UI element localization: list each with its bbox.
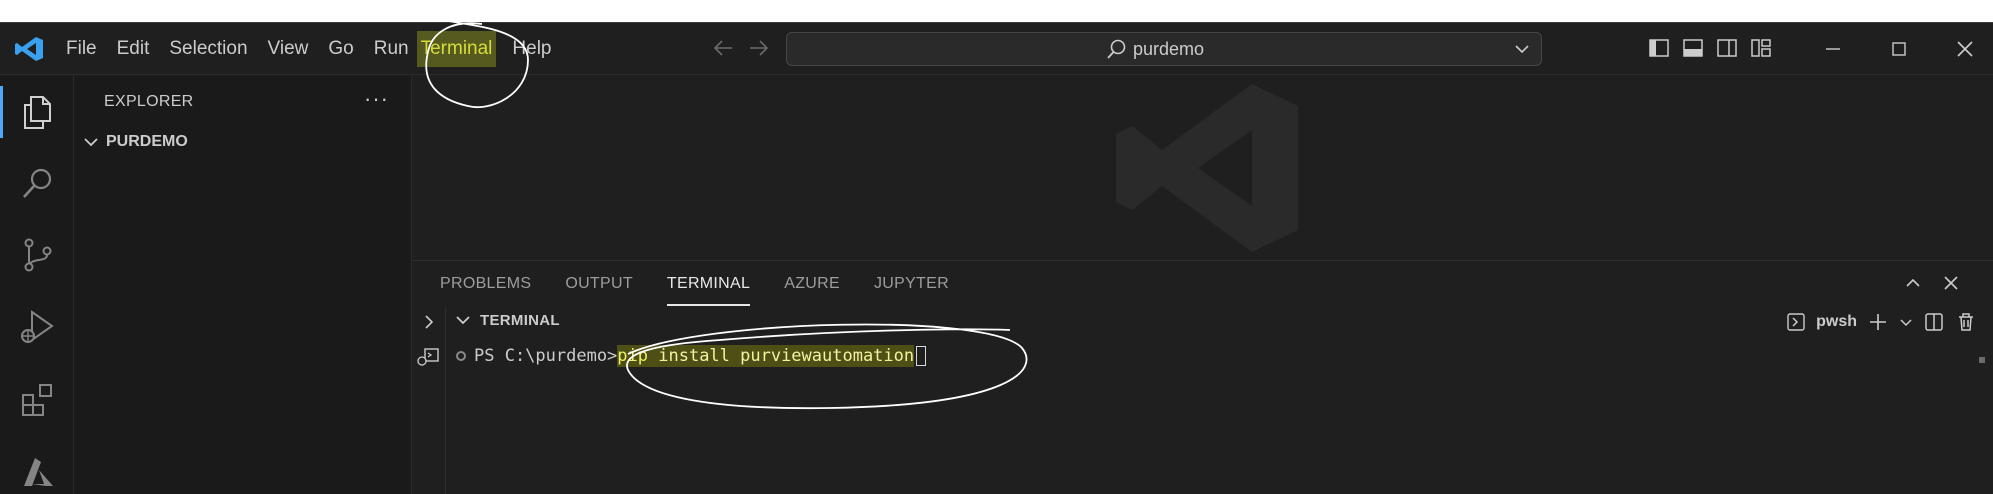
- tab-output[interactable]: OUTPUT: [565, 261, 633, 307]
- command-args: install purviewautomation: [648, 346, 915, 366]
- menu-selection[interactable]: Selection: [159, 23, 257, 75]
- chevron-down-icon: [84, 138, 98, 147]
- panel-tabs: PROBLEMS OUTPUT TERMINAL AZURE JUPYTER: [440, 261, 949, 307]
- terminal-prompt: PS C:\purdemo>: [474, 346, 618, 366]
- terminal-toolbar: pwsh: [1786, 311, 1977, 333]
- close-icon: [1957, 41, 1973, 57]
- vscode-logo-icon: [15, 37, 43, 61]
- tab-azure[interactable]: AZURE: [784, 261, 840, 307]
- menu-edit[interactable]: Edit: [107, 23, 160, 75]
- split-terminal-icon[interactable]: [1923, 311, 1945, 333]
- chevron-down-icon[interactable]: [1899, 315, 1913, 329]
- terminal-command: pip install purviewautomation: [617, 345, 915, 367]
- panel-actions: [1903, 273, 1961, 293]
- vscode-window: File Edit Selection View Go Run Terminal…: [0, 22, 1993, 494]
- search-text: purdemo: [1133, 38, 1205, 59]
- more-actions-button[interactable]: ···: [364, 86, 389, 112]
- terminal-cursor: [916, 346, 927, 366]
- toggle-panel-icon[interactable]: [1682, 37, 1704, 59]
- customize-layout-icon[interactable]: [1750, 37, 1772, 59]
- bottom-panel: PROBLEMS OUTPUT TERMINAL AZURE JUPYTER T…: [412, 260, 1993, 494]
- chevron-down-icon: [456, 316, 470, 325]
- vscode-watermark-icon: [1116, 84, 1298, 252]
- explorer-files-icon[interactable]: [19, 93, 57, 131]
- back-arrow-icon[interactable]: [712, 35, 734, 61]
- command-pip: pip: [617, 346, 649, 366]
- navigation-arrows: [712, 35, 770, 61]
- tab-terminal[interactable]: TERMINAL: [666, 262, 751, 306]
- new-terminal-icon[interactable]: [1867, 311, 1889, 333]
- menu-help[interactable]: Help: [502, 23, 561, 75]
- source-control-icon[interactable]: [19, 236, 57, 274]
- tab-problems[interactable]: PROBLEMS: [440, 261, 531, 307]
- menu-file[interactable]: File: [56, 23, 107, 75]
- editor-area: [412, 76, 1993, 260]
- explorer-sidebar: EXPLORER ··· PURDEMO: [74, 76, 412, 494]
- close-panel-icon[interactable]: [1941, 273, 1961, 293]
- extensions-icon[interactable]: [19, 381, 57, 419]
- chevron-down-icon[interactable]: [1513, 39, 1531, 59]
- explorer-title: EXPLORER: [104, 93, 194, 110]
- forward-arrow-icon[interactable]: [748, 35, 770, 61]
- terminal-gutter: [412, 307, 446, 494]
- layout-controls: [1648, 37, 1772, 59]
- terminal-section-header[interactable]: TERMINAL: [454, 311, 560, 329]
- chevron-right-icon[interactable]: [420, 313, 438, 331]
- scrollbar-marker: [1979, 357, 1985, 363]
- tab-jupyter[interactable]: JUPYTER: [874, 261, 949, 307]
- close-button[interactable]: [1932, 23, 1993, 75]
- run-and-debug-icon[interactable]: [19, 308, 57, 346]
- menu-go[interactable]: Go: [318, 23, 363, 75]
- search-icon: [1107, 39, 1126, 59]
- menu-terminal[interactable]: Terminal: [416, 31, 497, 67]
- toggle-secondary-sidebar-icon[interactable]: [1716, 37, 1738, 59]
- activity-bar: [0, 76, 74, 494]
- folder-purdemo[interactable]: PURDEMO: [82, 133, 188, 151]
- window-controls: [1800, 23, 1993, 75]
- menu-view[interactable]: View: [258, 23, 319, 75]
- command-center-search[interactable]: purdemo: [786, 32, 1542, 66]
- maximize-panel-icon[interactable]: [1903, 273, 1923, 293]
- command-decoration-icon: [456, 351, 466, 361]
- minimize-icon: [1826, 48, 1840, 50]
- shell-name[interactable]: pwsh: [1816, 313, 1857, 331]
- title-bar: File Edit Selection View Go Run Terminal…: [0, 23, 1993, 75]
- active-indicator: [0, 86, 3, 138]
- debug-console-icon[interactable]: [416, 347, 440, 367]
- toggle-primary-sidebar-icon[interactable]: [1648, 37, 1670, 59]
- folder-name: PURDEMO: [106, 133, 188, 150]
- terminal-section-title: TERMINAL: [480, 311, 560, 329]
- menu-bar: File Edit Selection View Go Run Terminal…: [56, 23, 562, 75]
- azure-icon[interactable]: [19, 452, 57, 490]
- maximize-button[interactable]: [1866, 23, 1932, 75]
- menu-run[interactable]: Run: [364, 23, 411, 75]
- trash-icon[interactable]: [1955, 311, 1977, 333]
- terminal-shell-icon: [1787, 313, 1805, 331]
- maximize-icon: [1892, 42, 1906, 56]
- search-icon[interactable]: [19, 164, 57, 202]
- terminal-command-line[interactable]: PS C:\purdemo> pip install purviewautoma…: [456, 345, 927, 367]
- minimize-button[interactable]: [1800, 23, 1866, 75]
